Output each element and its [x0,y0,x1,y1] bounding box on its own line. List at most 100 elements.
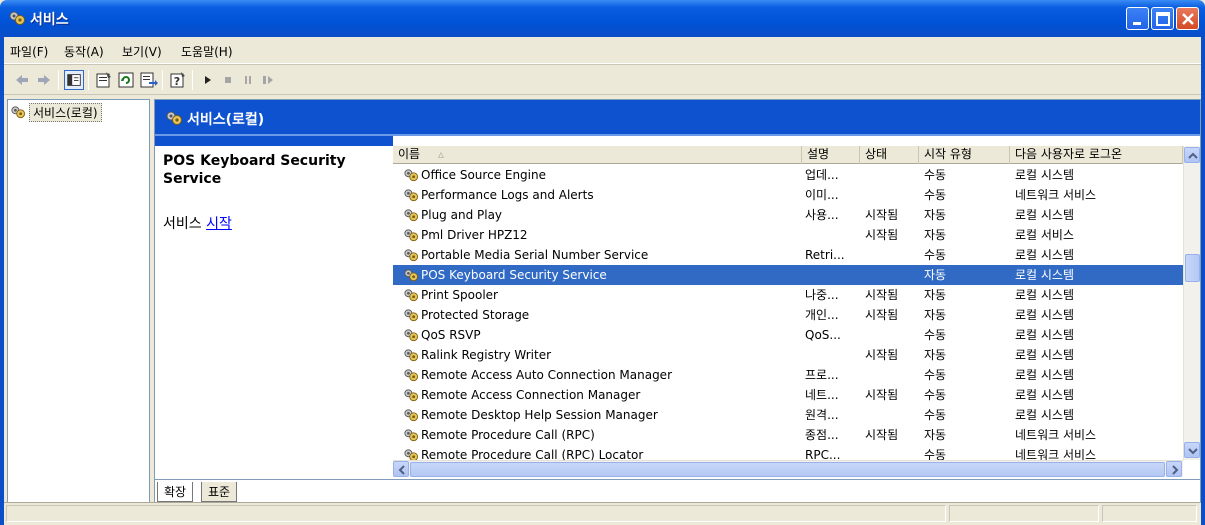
service-gear-icon [404,369,418,382]
services-gear-icon [11,106,25,119]
menu-action[interactable]: 동작(A) [64,43,104,60]
cell-startup-type: 자동 [924,288,947,302]
title-bar[interactable]: 서비스 [0,0,1205,37]
maximize-button[interactable] [1151,7,1174,30]
selected-service-name: POS Keyboard Security Service [163,153,346,187]
table-row[interactable]: Office Source Engine 업데... 수동 로컬 시스템 [393,165,1183,185]
column-header-description[interactable]: 설명 [802,146,860,164]
service-gear-icon [404,349,418,362]
cell-log-on-as: 로컬 시스템 [1015,268,1075,282]
show-hide-tree-icon[interactable] [64,70,84,90]
vertical-scrollbar[interactable] [1183,146,1200,460]
table-row[interactable]: Ralink Registry Writer 시작됨 자동 로컬 시스템 [393,345,1183,365]
forward-arrow-icon[interactable] [34,70,54,90]
horizontal-scrollbar[interactable] [393,460,1183,477]
tab-extended[interactable]: 확장 [157,482,194,502]
minimize-button[interactable] [1126,7,1149,30]
table-row[interactable]: Remote Desktop Help Session Manager 원격...… [393,405,1183,425]
service-gear-icon [404,269,418,282]
cell-startup-type: 수동 [924,188,947,202]
cell-log-on-as: 로컬 시스템 [1015,288,1075,302]
cell-description: 개인... [805,308,839,322]
cell-log-on-as: 로컬 시스템 [1015,248,1075,262]
cell-name: Protected Storage [421,308,530,322]
table-row[interactable]: Protected Storage 개인... 시작됨 자동 로컬 시스템 [393,305,1183,325]
table-row[interactable]: Remote Access Auto Connection Manager 프로.… [393,365,1183,385]
table-row[interactable]: POS Keyboard Security Service 자동 로컬 시스템 [393,265,1183,285]
table-row[interactable]: Performance Logs and Alerts 이미... 수동 네트워크 서… [393,185,1183,205]
menu-view[interactable]: 보기(V) [122,43,162,60]
back-arrow-icon[interactable] [12,70,32,90]
cell-name: Remote Access Connection Manager [421,388,641,402]
chevron-left-icon [398,465,405,475]
services-list: 이름 ▵ 설명 상태 시작 유형 다음 사용자로 로그온 Office Sour… [393,146,1200,477]
scroll-right-button[interactable] [1166,461,1182,477]
stop-service-icon[interactable] [218,70,238,90]
table-row[interactable]: Remote Procedure Call (RPC) 종점... 시작됨 자동 네트워… [393,425,1183,445]
cell-status: 시작됨 [865,428,899,442]
cell-description: 사용... [805,208,839,222]
table-row[interactable]: Plug and Play 사용... 시작됨 자동 로컬 시스템 [393,205,1183,225]
service-gear-icon [404,389,418,402]
table-row[interactable]: Print Spooler 나중... 시작됨 자동 로컬 시스템 [393,285,1183,305]
column-header-startup-type[interactable]: 시작 유형 [919,146,1010,164]
refresh-icon[interactable] [116,70,136,90]
vertical-scroll-thumb[interactable] [1185,254,1200,282]
start-service-icon[interactable] [198,70,218,90]
help-icon[interactable]: ? [168,70,188,90]
pause-service-icon[interactable] [238,70,258,90]
cell-log-on-as: 로컬 시스템 [1015,348,1075,362]
chevron-right-icon [1172,465,1179,475]
service-gear-icon [404,429,418,442]
cell-status: 시작됨 [865,308,899,322]
service-gear-icon [404,209,418,222]
service-gear-icon [404,229,418,242]
tab-standard[interactable]: 표준 [201,482,238,502]
column-header-log-on-as[interactable]: 다음 사용자로 로그온 [1010,146,1183,164]
cell-log-on-as: 로컬 시스템 [1015,308,1075,322]
toolbar-separator [58,70,59,90]
cell-status: 시작됨 [865,228,899,242]
toolbar-separator [88,70,89,90]
column-header-status[interactable]: 상태 [860,146,919,164]
column-header-name[interactable]: 이름 ▵ [393,146,802,164]
table-row[interactable]: Remote Access Connection Manager 네트... 시작됨… [393,385,1183,405]
export-list-icon[interactable] [138,70,158,90]
menu-help[interactable]: 도움말(H) [181,43,233,60]
cell-name: Pml Driver HPZ12 [421,228,528,242]
cell-startup-type: 자동 [924,348,947,362]
column-header-label: 이름 [398,147,421,161]
horizontal-scroll-thumb[interactable] [410,462,1165,477]
scroll-left-button[interactable] [393,461,409,477]
cell-name: Print Spooler [421,288,498,302]
table-row[interactable]: QoS RSVP QoS... 수동 로컬 시스템 [393,325,1183,345]
scroll-up-button[interactable] [1184,147,1200,163]
cell-log-on-as: 로컬 서비스 [1015,228,1075,242]
cell-status: 시작됨 [865,208,899,222]
table-row[interactable]: Portable Media Serial Number Service Retr… [393,245,1183,265]
close-button[interactable] [1176,7,1199,30]
cell-log-on-as: 로컬 시스템 [1015,408,1075,422]
table-row[interactable]: Pml Driver HPZ12 시작됨 자동 로컬 서비스 [393,225,1183,245]
service-gear-icon [404,409,418,422]
status-bar [4,502,1201,523]
console-tree: 서비스(로컬) [7,99,150,506]
cell-log-on-as: 로컬 시스템 [1015,168,1075,182]
properties-icon[interactable] [94,70,114,90]
cell-log-on-as: 로컬 시스템 [1015,208,1075,222]
restart-service-icon[interactable] [258,70,278,90]
maximize-icon [1156,12,1170,26]
chevron-up-icon [1188,152,1198,159]
tree-item-services-local[interactable]: 서비스(로컬) [10,102,102,122]
cell-startup-type: 수동 [924,388,947,402]
status-segment [949,505,1099,522]
toolbar-separator [192,70,193,90]
scroll-down-button[interactable] [1184,442,1200,458]
start-service-link[interactable]: 시작 [206,216,232,232]
cell-startup-type: 자동 [924,308,947,322]
cell-description: QoS... [805,328,841,342]
cell-name: Remote Procedure Call (RPC) [421,428,595,442]
menu-file[interactable]: 파일(F) [10,43,48,60]
cell-log-on-as: 로컬 시스템 [1015,388,1075,402]
close-icon [1182,13,1194,25]
